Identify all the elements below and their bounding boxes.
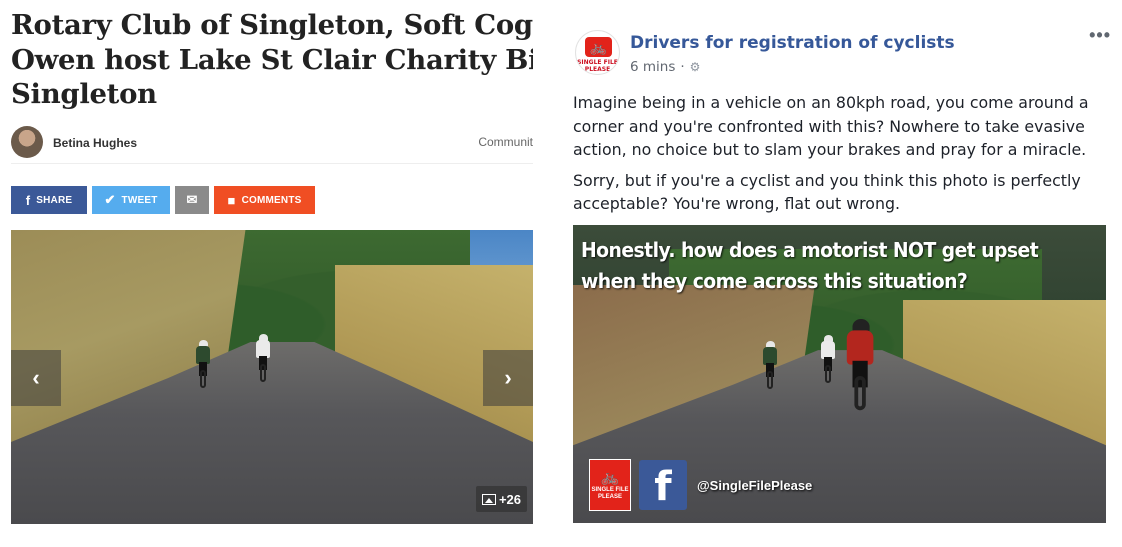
meta-separator: ·: [680, 59, 685, 75]
article-photo-gallery[interactable]: ‹ › +26: [11, 230, 533, 524]
author-row: Betina Hughes Communit: [11, 124, 533, 164]
author-avatar[interactable]: [11, 126, 43, 158]
tweet-label: TWEET: [121, 194, 158, 206]
headline-line-3: Singleton: [11, 78, 157, 110]
single-file-please-logo: 🚲 SINGLE FILE PLEASE: [589, 459, 631, 511]
news-article: Rotary Club of Singleton, Soft Cogs I Ow…: [11, 0, 533, 547]
sfp-logo-text: SINGLE FILE PLEASE: [591, 487, 629, 500]
post-meta: 6 mins · ⚙: [630, 59, 700, 75]
facebook-logo-icon: f: [639, 460, 687, 510]
page-avatar-text: SINGLE FILE PLEASE: [577, 59, 618, 73]
chevron-right-icon: ›: [504, 365, 512, 390]
post-paragraph-1: Imagine being in a vehicle on an 80kph r…: [573, 93, 1089, 159]
article-headline: Rotary Club of Singleton, Soft Cogs I Ow…: [11, 8, 533, 112]
facebook-icon: f: [25, 192, 31, 208]
post-image[interactable]: Honestly. how does a motorist NOT get up…: [573, 225, 1106, 523]
bicycle-icon: 🚲: [585, 37, 612, 57]
gallery-next-button[interactable]: ›: [483, 350, 533, 406]
comments-label: COMMENTS: [241, 194, 302, 206]
gear-icon: ⚙: [689, 60, 701, 74]
headline-line-1: Rotary Club of Singleton, Soft Cogs I: [11, 9, 533, 41]
twitter-bird-icon: ✔: [104, 192, 116, 207]
author-name[interactable]: Betina Hughes: [53, 136, 137, 150]
envelope-icon: ✉: [186, 192, 198, 207]
facebook-share-button[interactable]: f SHARE: [11, 186, 87, 214]
photo-count-badge[interactable]: +26: [475, 486, 527, 512]
headline-line-2: Owen host Lake St Clair Charity Bike: [11, 43, 533, 76]
image-caption: Honestly. how does a motorist NOT get up…: [581, 238, 1039, 293]
post-timestamp[interactable]: 6 mins: [630, 59, 675, 75]
page-handle: @SingleFilePlease: [697, 477, 813, 493]
image-icon: [481, 493, 496, 505]
comments-button[interactable]: ■ COMMENTS: [214, 186, 315, 214]
speech-bubble-icon: ■: [227, 192, 236, 208]
email-share-button[interactable]: ✉: [175, 186, 209, 214]
twitter-share-button[interactable]: ✔ TWEET: [92, 186, 170, 214]
post-paragraph-2: Sorry, but if you're a cyclist and you t…: [573, 170, 1081, 214]
share-label: SHARE: [36, 194, 73, 206]
page-avatar[interactable]: 🚲 SINGLE FILE PLEASE: [575, 30, 620, 75]
facebook-post: 🚲 SINGLE FILE PLEASE Drivers for registr…: [561, 17, 1111, 537]
brand-strip: 🚲 SINGLE FILE PLEASE f @SingleFilePlease: [589, 459, 812, 511]
chevron-left-icon: ‹: [32, 365, 40, 390]
post-body: Imagine being in a vehicle on an 80kph r…: [573, 91, 1103, 223]
bicycle-icon: 🚲: [600, 469, 620, 486]
more-options-icon[interactable]: •••: [1089, 25, 1111, 46]
cyclists-road-photo: [11, 230, 533, 524]
page-name-link[interactable]: Drivers for registration of cyclists: [630, 33, 955, 53]
gallery-prev-button[interactable]: ‹: [11, 350, 61, 406]
section-link[interactable]: Communit: [478, 135, 533, 149]
photo-count-value: +26: [498, 491, 521, 507]
